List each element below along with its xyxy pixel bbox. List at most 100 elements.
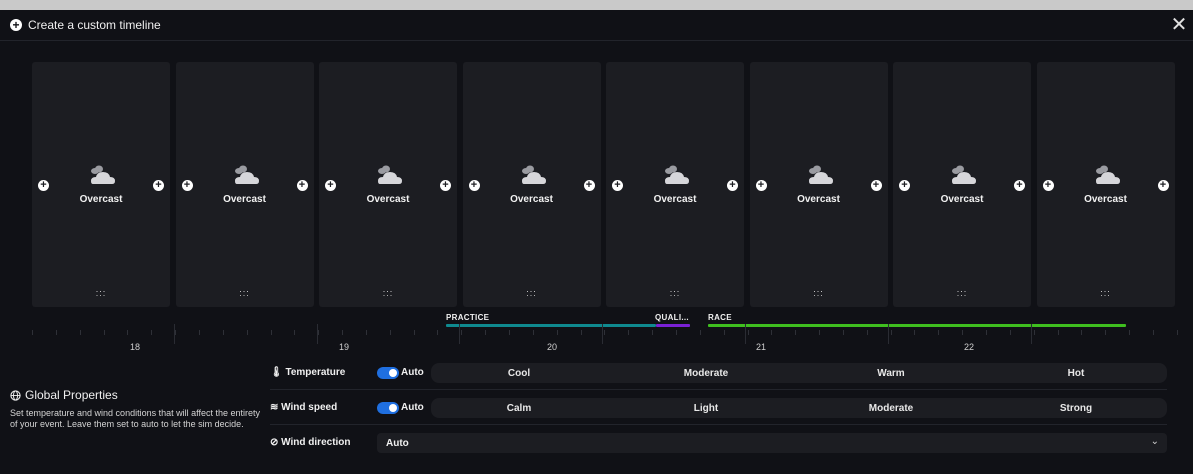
close-icon[interactable]: ✕ bbox=[1169, 15, 1189, 35]
temperature-option-warm[interactable]: Warm bbox=[877, 368, 904, 379]
ruler-tick bbox=[675, 330, 677, 335]
ruler-tick bbox=[389, 330, 391, 335]
add-after-icon[interactable]: + bbox=[440, 180, 451, 191]
wind-speed-option-moderate[interactable]: Moderate bbox=[869, 403, 913, 414]
add-after-icon[interactable]: + bbox=[727, 180, 738, 191]
ruler-tick bbox=[580, 330, 582, 335]
temperature-row: 🌡︎ Temperature Auto Cool Moderate Warm H… bbox=[270, 363, 1167, 383]
ruler-tick bbox=[1009, 330, 1011, 335]
temperature-auto-toggle[interactable] bbox=[377, 367, 399, 379]
ruler-tick bbox=[509, 330, 510, 335]
ruler-tick bbox=[652, 330, 654, 335]
temperature-option-moderate[interactable]: Moderate bbox=[684, 368, 728, 379]
weather-card[interactable]: +Overcast +::: bbox=[175, 62, 314, 307]
weather-label: Overcast bbox=[1084, 194, 1127, 205]
add-before-icon[interactable]: + bbox=[468, 180, 480, 191]
wind-speed-option-strong[interactable]: Strong bbox=[1060, 403, 1092, 414]
drag-handle-icon[interactable]: ::: bbox=[463, 288, 601, 298]
wind-speed-option-light[interactable]: Light bbox=[694, 403, 718, 414]
add-before-icon[interactable]: + bbox=[612, 180, 623, 191]
add-after-icon[interactable]: + bbox=[1157, 180, 1169, 191]
ruler-tick bbox=[1081, 330, 1083, 335]
weather-label: Overcast bbox=[223, 194, 266, 205]
ruler-tick bbox=[628, 330, 630, 335]
ruler-major-tick bbox=[888, 324, 889, 344]
weather-card[interactable]: + Overcast +::: bbox=[893, 62, 1031, 307]
add-after-icon[interactable]: + bbox=[296, 180, 308, 191]
add-before-icon[interactable]: + bbox=[899, 180, 910, 191]
ruler-tick bbox=[437, 330, 439, 335]
timeline-ruler bbox=[32, 324, 1178, 350]
cloud-icon bbox=[87, 164, 117, 186]
temperature-option-cool[interactable]: Cool bbox=[508, 368, 530, 379]
wind-speed-label-text: Wind speed bbox=[281, 402, 338, 413]
weather-card[interactable]: +Overcast +::: bbox=[462, 62, 601, 307]
weather-card[interactable]: +Overcast +::: bbox=[1036, 62, 1175, 307]
wind-speed-auto-toggle[interactable] bbox=[377, 402, 399, 414]
drag-handle-icon[interactable]: ::: bbox=[750, 288, 888, 298]
day-label: 20 bbox=[547, 342, 558, 352]
weather-card[interactable]: +Overcast +::: bbox=[32, 62, 170, 307]
temperature-option-hot[interactable]: Hot bbox=[1068, 368, 1085, 379]
drag-handle-icon[interactable]: ::: bbox=[1037, 288, 1175, 298]
ruler-tick bbox=[485, 330, 487, 335]
add-before-icon[interactable]: + bbox=[325, 180, 336, 191]
add-after-icon[interactable]: + bbox=[870, 180, 882, 191]
ruler-tick bbox=[890, 330, 892, 335]
weather-label: Overcast bbox=[510, 194, 553, 205]
global-properties-title: Global Properties bbox=[25, 388, 118, 402]
add-before-icon[interactable]: + bbox=[181, 180, 193, 191]
session-bar-race bbox=[708, 324, 1126, 327]
ruler-tick bbox=[55, 330, 57, 335]
weather-label: Overcast bbox=[366, 194, 410, 205]
temperature-auto-label: Auto bbox=[401, 367, 424, 378]
cloud-icon bbox=[661, 164, 691, 186]
drag-handle-icon[interactable]: ::: bbox=[176, 288, 314, 298]
ruler-tick bbox=[986, 330, 987, 335]
wind-speed-auto-label: Auto bbox=[401, 402, 424, 413]
wind-speed-label: ≋ Wind speed bbox=[270, 402, 337, 413]
add-before-icon[interactable]: + bbox=[755, 180, 767, 191]
compass-icon: ⊘ bbox=[270, 437, 279, 448]
wind-speed-option-calm[interactable]: Calm bbox=[507, 403, 531, 414]
add-after-icon[interactable]: + bbox=[1014, 180, 1025, 191]
ruler-tick bbox=[699, 330, 701, 335]
drag-handle-icon[interactable]: ::: bbox=[32, 288, 170, 298]
ruler-tick bbox=[103, 330, 105, 335]
ruler-tick bbox=[556, 330, 558, 335]
ruler-tick bbox=[461, 330, 463, 335]
ruler-tick bbox=[151, 330, 153, 335]
ruler-major-tick bbox=[1031, 324, 1032, 344]
ruler-tick bbox=[1033, 330, 1035, 335]
drag-handle-icon[interactable]: ::: bbox=[606, 288, 744, 298]
add-before-icon[interactable]: + bbox=[38, 180, 49, 191]
add-before-icon[interactable]: + bbox=[1042, 180, 1054, 191]
temperature-label-text: Temperature bbox=[285, 367, 346, 378]
wind-direction-select[interactable]: Auto ⌄ bbox=[377, 433, 1167, 453]
cloud-icon bbox=[231, 164, 261, 186]
drag-handle-icon[interactable]: ::: bbox=[319, 288, 457, 298]
weather-label: Overcast bbox=[79, 194, 123, 205]
ruler-tick bbox=[604, 330, 606, 335]
temperature-selector: Cool Moderate Warm Hot bbox=[431, 363, 1167, 383]
drag-handle-icon[interactable]: ::: bbox=[893, 288, 1031, 298]
ruler-tick bbox=[747, 330, 749, 335]
wind-direction-value: Auto bbox=[386, 438, 409, 449]
weather-card[interactable]: +Overcast +::: bbox=[319, 62, 457, 307]
weather-card[interactable]: + Overcast +::: bbox=[749, 62, 888, 307]
ruler-tick bbox=[1105, 330, 1107, 335]
add-after-icon[interactable]: + bbox=[153, 180, 164, 191]
ruler-tick bbox=[222, 330, 224, 335]
temperature-label: 🌡︎ Temperature bbox=[270, 367, 345, 378]
ruler-tick bbox=[771, 330, 773, 335]
cloud-icon bbox=[805, 164, 835, 186]
ruler-major-tick bbox=[317, 324, 318, 344]
weather-label: Overcast bbox=[653, 194, 697, 205]
wind-speed-selector: Calm Light Moderate Strong bbox=[431, 398, 1167, 418]
cloud-icon bbox=[518, 164, 548, 186]
add-after-icon[interactable]: + bbox=[583, 180, 595, 191]
cloud-icon bbox=[374, 164, 404, 186]
weather-card[interactable]: +Overcast +::: bbox=[606, 62, 744, 307]
ruler-tick bbox=[294, 330, 296, 335]
ruler-tick bbox=[938, 330, 940, 335]
